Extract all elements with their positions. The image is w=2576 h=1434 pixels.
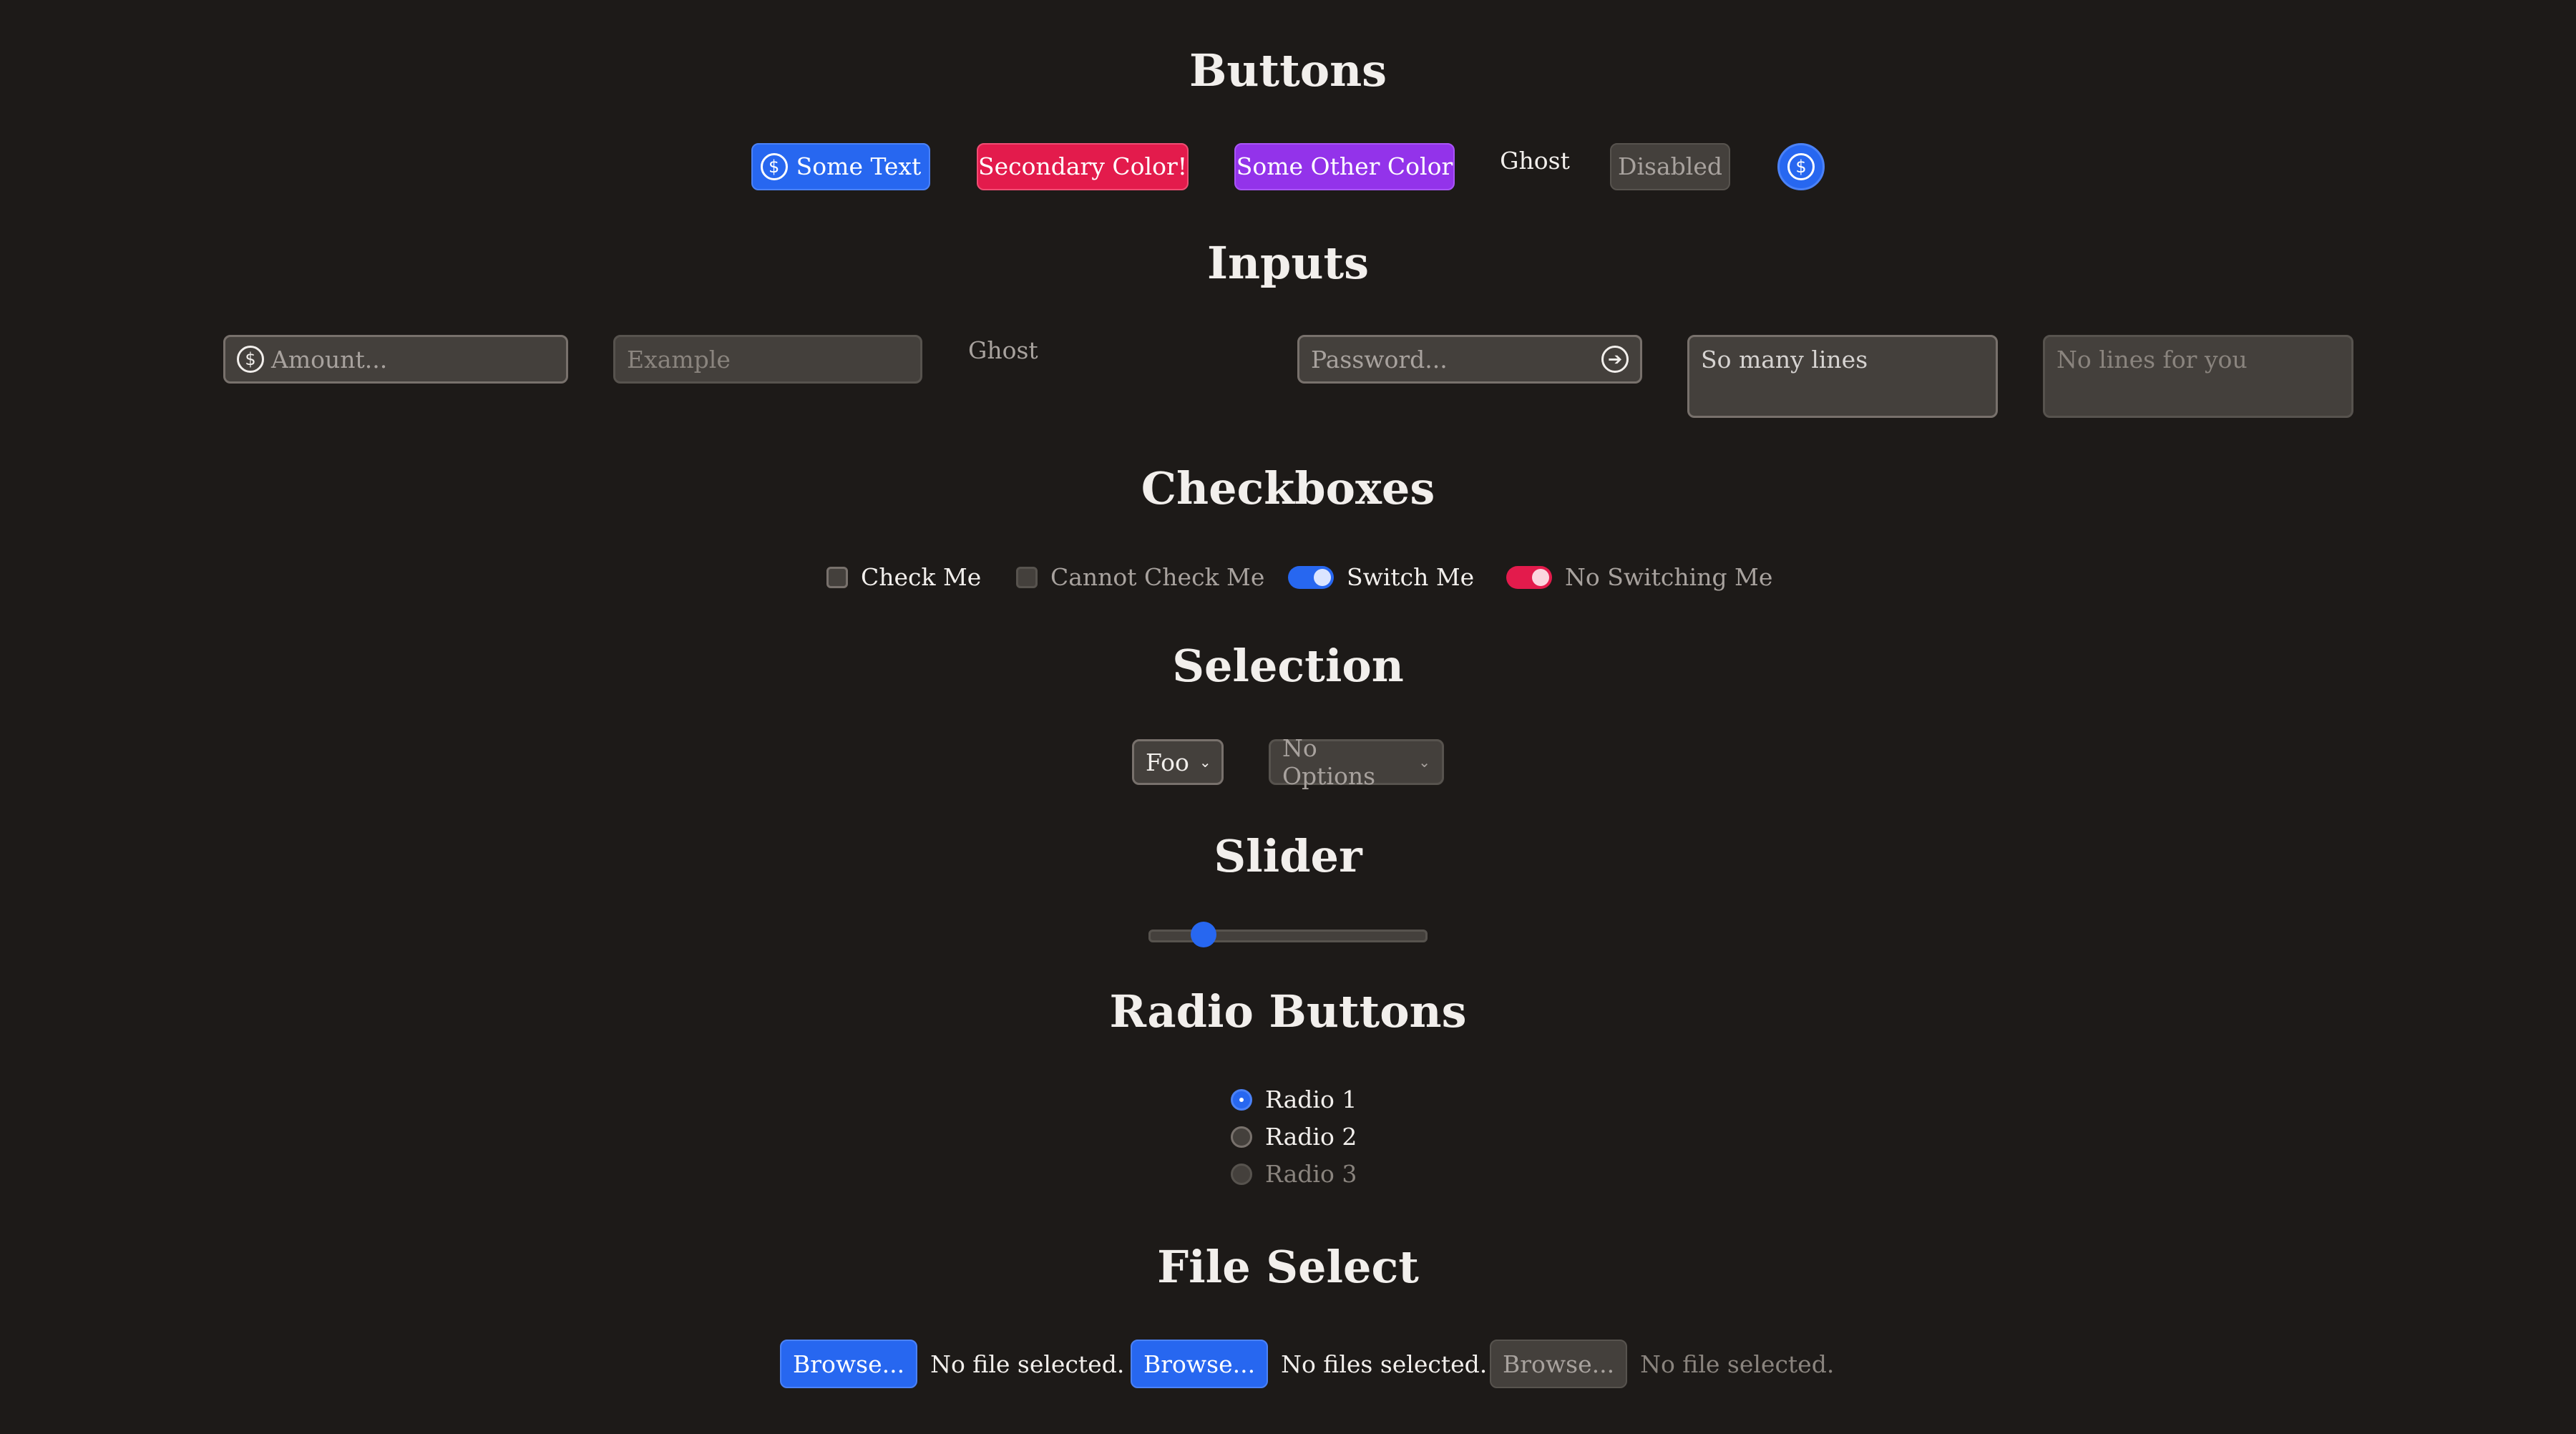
section-heading-file-select: File Select (1157, 1241, 1419, 1293)
check-me-checkbox[interactable]: Check Me (826, 563, 981, 591)
switch-me-label: Switch Me (1347, 563, 1475, 591)
textarea-value: So many lines (1701, 346, 1868, 374)
radio-item-2[interactable]: Radio 2 (1231, 1123, 1357, 1151)
section-heading-inputs: Inputs (1206, 237, 1370, 289)
switch-track[interactable] (1288, 565, 1334, 589)
section-heading-checkboxes: Checkboxes (1141, 462, 1435, 514)
foo-select[interactable]: Foo ⌄ (1132, 739, 1224, 785)
switch-me-toggle[interactable]: Switch Me (1288, 563, 1474, 591)
no-options-select-value: No Options (1282, 734, 1376, 790)
round-icon-button[interactable]: $ (1777, 143, 1825, 190)
arrow-right-circle-icon[interactable]: ➔ (1601, 346, 1629, 373)
file-status: No file selected. (1640, 1350, 1835, 1378)
radio-control[interactable] (1231, 1126, 1252, 1148)
foo-select-value: Foo (1146, 748, 1189, 776)
radio-label: Radio 2 (1265, 1123, 1357, 1151)
no-switching-me-toggle: No Switching Me (1506, 563, 1772, 591)
multi-file-select[interactable]: Browse... No files selected. (1131, 1340, 1487, 1388)
amount-input[interactable]: $ Amount... (223, 335, 568, 384)
switch-knob (1532, 568, 1549, 586)
section-heading-radio-buttons: Radio Buttons (1109, 985, 1467, 1038)
chevron-down-icon: ⌄ (1199, 753, 1211, 771)
no-switching-me-label: No Switching Me (1565, 563, 1773, 591)
file-status: No files selected. (1281, 1350, 1488, 1378)
check-me-label: Check Me (861, 563, 982, 591)
some-text-button-label: Some Text (796, 152, 922, 180)
checkbox-box[interactable] (826, 566, 848, 588)
browse-button[interactable]: Browse... (780, 1340, 918, 1388)
disabled-button: Disabled (1610, 143, 1730, 190)
amount-placeholder: Amount... (271, 345, 388, 374)
radio-label: Radio 1 (1265, 1086, 1357, 1113)
browse-button: Browse... (1490, 1340, 1628, 1388)
ghost-placeholder: Ghost (968, 336, 1038, 364)
section-heading-slider: Slider (1214, 830, 1362, 882)
radio-item-1[interactable]: Radio 1 (1231, 1086, 1357, 1113)
disabled-file-select: Browse... No file selected. (1490, 1340, 1834, 1388)
chevron-down-icon: ⌄ (1418, 753, 1430, 771)
secondary-color-button[interactable]: Secondary Color! (977, 143, 1189, 190)
no-options-select: No Options ⌄ (1269, 734, 1444, 790)
dollar-circle-icon: $ (1787, 153, 1815, 180)
some-text-button[interactable]: $ Some Text (751, 143, 930, 190)
radio-control (1231, 1163, 1252, 1185)
example-placeholder: Example (627, 345, 731, 374)
password-placeholder: Password... (1311, 345, 1448, 374)
disabled-textarea-placeholder: No lines for you (2057, 346, 2248, 374)
single-file-select[interactable]: Browse... No file selected. (780, 1340, 1124, 1388)
example-input: Example (613, 335, 922, 384)
file-status: No file selected. (930, 1350, 1125, 1378)
radio-label: Radio 3 (1265, 1160, 1357, 1188)
cannot-check-me-label: Cannot Check Me (1050, 563, 1265, 591)
radio-control[interactable] (1231, 1088, 1252, 1111)
ghost-button[interactable]: Ghost (1492, 137, 1578, 185)
disabled-textarea: No lines for you (2043, 335, 2353, 418)
browse-button[interactable]: Browse... (1131, 1340, 1269, 1388)
radio-item-3: Radio 3 (1231, 1160, 1357, 1188)
ghost-input[interactable]: Ghost (957, 329, 1266, 378)
dollar-circle-icon: $ (760, 153, 788, 180)
slider-thumb[interactable] (1190, 922, 1216, 947)
checkbox-box (1016, 566, 1038, 588)
switch-track (1506, 565, 1552, 589)
section-heading-selection: Selection (1172, 640, 1404, 692)
cannot-check-me-checkbox: Cannot Check Me (1016, 563, 1264, 591)
multiline-textarea[interactable]: So many lines (1687, 335, 1998, 418)
password-input[interactable]: Password... ➔ (1297, 335, 1642, 384)
section-heading-buttons: Buttons (1189, 44, 1387, 97)
some-other-color-button[interactable]: Some Other Color (1234, 143, 1455, 190)
switch-knob (1314, 568, 1331, 586)
dollar-circle-icon: $ (237, 346, 264, 373)
